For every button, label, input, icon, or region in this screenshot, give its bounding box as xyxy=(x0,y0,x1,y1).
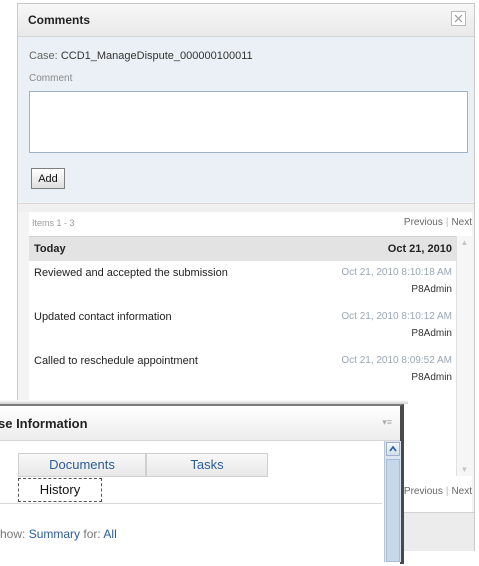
show-filter: how: Summary for: All xyxy=(0,527,117,541)
close-icon xyxy=(454,14,463,23)
dialog-header: Comments xyxy=(18,4,474,37)
panel-scrollbar[interactable] xyxy=(384,441,401,562)
tab-history[interactable]: History xyxy=(18,478,102,502)
chevron-down-icon[interactable]: ▼ xyxy=(460,465,469,474)
comment-text: Updated contact information xyxy=(34,311,172,323)
previous-link[interactable]: Previous xyxy=(404,486,443,497)
pager-bottom: Previous | Next xyxy=(404,486,472,497)
comment-user: P8Admin xyxy=(411,372,452,383)
dialog-title: Comments xyxy=(28,13,91,27)
chevron-up-icon[interactable]: ▲ xyxy=(460,238,469,247)
case-label: Case: xyxy=(29,50,58,62)
close-button[interactable] xyxy=(451,11,466,26)
show-summary-link[interactable]: Summary xyxy=(29,527,80,541)
comment-entry: Updated contact information Oct 21, 2010… xyxy=(29,306,456,346)
scroll-up-button[interactable] xyxy=(386,442,400,456)
panel-header: se Information ▾≡ xyxy=(0,406,400,441)
day-date: Oct 21, 2010 xyxy=(387,243,452,255)
comment-entry: Called to reschedule appointment Oct 21,… xyxy=(29,350,456,390)
scroll-thumb[interactable] xyxy=(386,459,400,562)
tab-documents[interactable]: Documents xyxy=(18,453,146,477)
pager-separator: | xyxy=(445,486,449,497)
comment-user: P8Admin xyxy=(411,284,452,295)
comment-text: Called to reschedule appointment xyxy=(34,355,198,367)
comment-timestamp: Oct 21, 2010 8:10:12 AM xyxy=(341,311,452,322)
day-label: Today xyxy=(34,243,66,255)
divider xyxy=(18,203,474,212)
comment-user: P8Admin xyxy=(411,328,452,339)
comment-timestamp: Oct 21, 2010 8:09:52 AM xyxy=(341,355,452,366)
for-all-link[interactable]: All xyxy=(103,527,116,541)
items-count: Items 1 - 3 xyxy=(32,218,75,228)
pager-top: Previous | Next xyxy=(404,217,472,228)
chevron-up-icon xyxy=(389,445,397,452)
show-label: how: xyxy=(0,527,26,541)
next-link[interactable]: Next xyxy=(451,217,472,228)
comment-textarea[interactable] xyxy=(29,91,468,153)
divider xyxy=(0,503,382,504)
next-link[interactable]: Next xyxy=(451,486,472,497)
panel-body: Documents Tasks History how: Summary for… xyxy=(0,441,384,566)
case-line: Case: CCD1_ManageDispute_000000100011 xyxy=(29,50,253,62)
pager-separator: | xyxy=(445,217,449,228)
for-label: for: xyxy=(83,527,101,541)
comment-timestamp: Oct 21, 2010 8:10:18 AM xyxy=(341,267,452,278)
list-toolbar: Items 1 - 3 Previous | Next xyxy=(29,212,472,234)
comment-label: Comment xyxy=(29,73,73,84)
add-button[interactable]: Add xyxy=(31,168,65,189)
case-value: CCD1_ManageDispute_000000100011 xyxy=(60,50,253,62)
previous-link[interactable]: Previous xyxy=(404,217,443,228)
comment-text: Reviewed and accepted the submission xyxy=(34,267,228,279)
comment-entry: Reviewed and accepted the submission Oct… xyxy=(29,262,456,302)
panel-title: se Information xyxy=(0,416,88,431)
list-scrollbar[interactable]: ▲ ▼ xyxy=(456,236,473,476)
comment-form: Case: CCD1_ManageDispute_000000100011 Co… xyxy=(18,37,474,202)
day-group-header: Today Oct 21, 2010 xyxy=(29,236,456,261)
menu-icon[interactable]: ▾≡ xyxy=(382,417,392,428)
case-information-panel: se Information ▾≡ Documents Tasks Histor… xyxy=(0,404,404,566)
tab-tasks[interactable]: Tasks xyxy=(146,453,268,477)
